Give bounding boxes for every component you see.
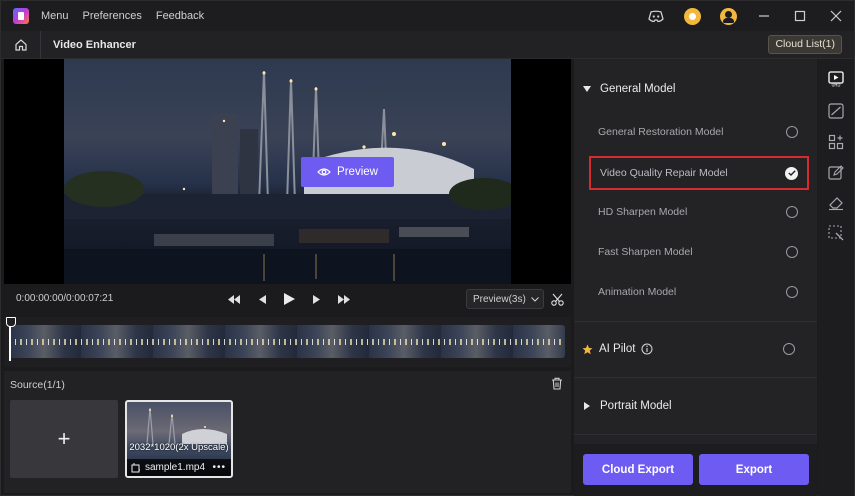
- export-actions: Cloud Export Export: [574, 444, 817, 496]
- portrait-model-header[interactable]: Portrait Model: [574, 386, 817, 426]
- model-panel: General Model General Restoration Model …: [574, 59, 817, 496]
- app-window: Menu Preferences Feedback Video Enhancer: [0, 0, 855, 496]
- edit-pen-icon[interactable]: [827, 164, 845, 182]
- portrait-model-label: Portrait Model: [600, 400, 672, 412]
- minimize-icon[interactable]: [746, 1, 782, 31]
- radio-button[interactable]: [786, 246, 798, 258]
- preview-button[interactable]: Preview: [301, 157, 394, 187]
- model-general-restoration[interactable]: General Restoration Model: [589, 117, 809, 147]
- menu-menu[interactable]: Menu: [41, 10, 69, 22]
- maximize-icon[interactable]: [782, 1, 818, 31]
- timeline[interactable]: [4, 317, 571, 367]
- menu-feedback[interactable]: Feedback: [156, 10, 204, 22]
- timeline-thumbnail-strip[interactable]: [9, 325, 565, 358]
- coins-icon[interactable]: [674, 1, 710, 31]
- app-logo-icon: [13, 8, 29, 24]
- tool-rail: UHD: [818, 59, 854, 496]
- clip-resolution: 2032*1020(2x Upscale): [129, 442, 229, 453]
- title-bar: Menu Preferences Feedback: [1, 1, 854, 31]
- video-preview: Preview: [4, 59, 571, 284]
- home-icon: [14, 38, 27, 51]
- star-icon: [582, 344, 593, 354]
- model-label: Video Quality Repair Model: [600, 167, 728, 179]
- next-frame-icon[interactable]: [309, 290, 323, 308]
- export-button[interactable]: Export: [699, 454, 809, 485]
- video-enhancer-uhd-icon[interactable]: UHD: [827, 70, 845, 88]
- preview-duration-value: Preview(3s): [473, 293, 526, 305]
- playhead-handle[interactable]: [6, 317, 16, 361]
- caret-right-icon: [584, 402, 590, 410]
- video-frame: Preview: [64, 59, 511, 284]
- source-panel: Source(1/1) + 2032*1020(2x Upscale) samp…: [4, 371, 571, 493]
- radio-button[interactable]: [786, 126, 798, 138]
- source-title: Source(1/1): [10, 379, 65, 391]
- preview-button-label: Preview: [337, 166, 378, 178]
- home-button[interactable]: [1, 30, 41, 59]
- caret-down-icon: [583, 86, 591, 92]
- general-model-header[interactable]: General Model: [574, 69, 817, 109]
- model-video-quality-repair[interactable]: Video Quality Repair Model: [589, 156, 809, 190]
- model-label: HD Sharpen Model: [598, 206, 688, 218]
- magic-select-icon[interactable]: [827, 224, 845, 242]
- ai-pilot-row[interactable]: AI Pilot: [574, 329, 817, 369]
- model-animation[interactable]: Animation Model: [589, 277, 809, 307]
- trash-icon[interactable]: [551, 377, 563, 393]
- radio-button[interactable]: [783, 343, 795, 355]
- eraser-icon[interactable]: [827, 194, 845, 212]
- tool-header: Video Enhancer Cloud List(1): [1, 30, 854, 59]
- layout-grid-icon[interactable]: [827, 133, 845, 151]
- model-fast-sharpen[interactable]: Fast Sharpen Model: [589, 237, 809, 267]
- source-clip-thumbnail[interactable]: 2032*1020(2x Upscale) sample1.mp4 •••: [125, 400, 233, 478]
- user-account-icon[interactable]: [710, 1, 746, 31]
- playback-controls: 0:00:00:00/0:00:07:21 Preview(3s): [4, 287, 571, 311]
- scissors-icon[interactable]: [549, 290, 565, 308]
- crop-icon: [131, 462, 140, 472]
- eye-icon: [317, 168, 331, 176]
- divider: [574, 321, 817, 322]
- divider: [574, 434, 817, 435]
- ai-pilot-label: AI Pilot: [599, 343, 636, 355]
- info-icon[interactable]: [641, 343, 653, 355]
- chevron-down-icon: [530, 296, 539, 302]
- preview-duration-select[interactable]: Preview(3s): [466, 289, 544, 309]
- add-video-button[interactable]: +: [10, 400, 118, 478]
- curve-icon[interactable]: [827, 102, 845, 120]
- clip-filename: sample1.mp4: [145, 462, 206, 473]
- general-model-label: General Model: [600, 83, 676, 95]
- cloud-list-button[interactable]: Cloud List(1): [768, 35, 842, 54]
- radio-button[interactable]: [786, 286, 798, 298]
- cloud-export-button[interactable]: Cloud Export: [583, 454, 693, 485]
- radio-button[interactable]: [786, 206, 798, 218]
- model-label: Animation Model: [598, 286, 677, 298]
- previous-frame-icon[interactable]: [255, 290, 269, 308]
- divider: [574, 377, 817, 378]
- close-icon[interactable]: [818, 1, 854, 31]
- page-title: Video Enhancer: [53, 38, 136, 51]
- svg-text:UHD: UHD: [831, 83, 840, 88]
- timecode: 0:00:00:00/0:00:07:21: [16, 293, 114, 304]
- model-label: Fast Sharpen Model: [598, 246, 693, 258]
- checkmark-icon[interactable]: [785, 166, 798, 180]
- menu-preferences[interactable]: Preferences: [83, 10, 142, 22]
- title-bar-controls: [638, 1, 854, 31]
- skip-to-end-icon[interactable]: [336, 290, 352, 308]
- discord-icon[interactable]: [638, 1, 674, 31]
- model-label: General Restoration Model: [598, 126, 724, 138]
- more-options-icon[interactable]: •••: [212, 462, 226, 473]
- play-icon[interactable]: [281, 290, 297, 308]
- skip-to-start-icon[interactable]: [226, 290, 242, 308]
- model-hd-sharpen[interactable]: HD Sharpen Model: [589, 197, 809, 227]
